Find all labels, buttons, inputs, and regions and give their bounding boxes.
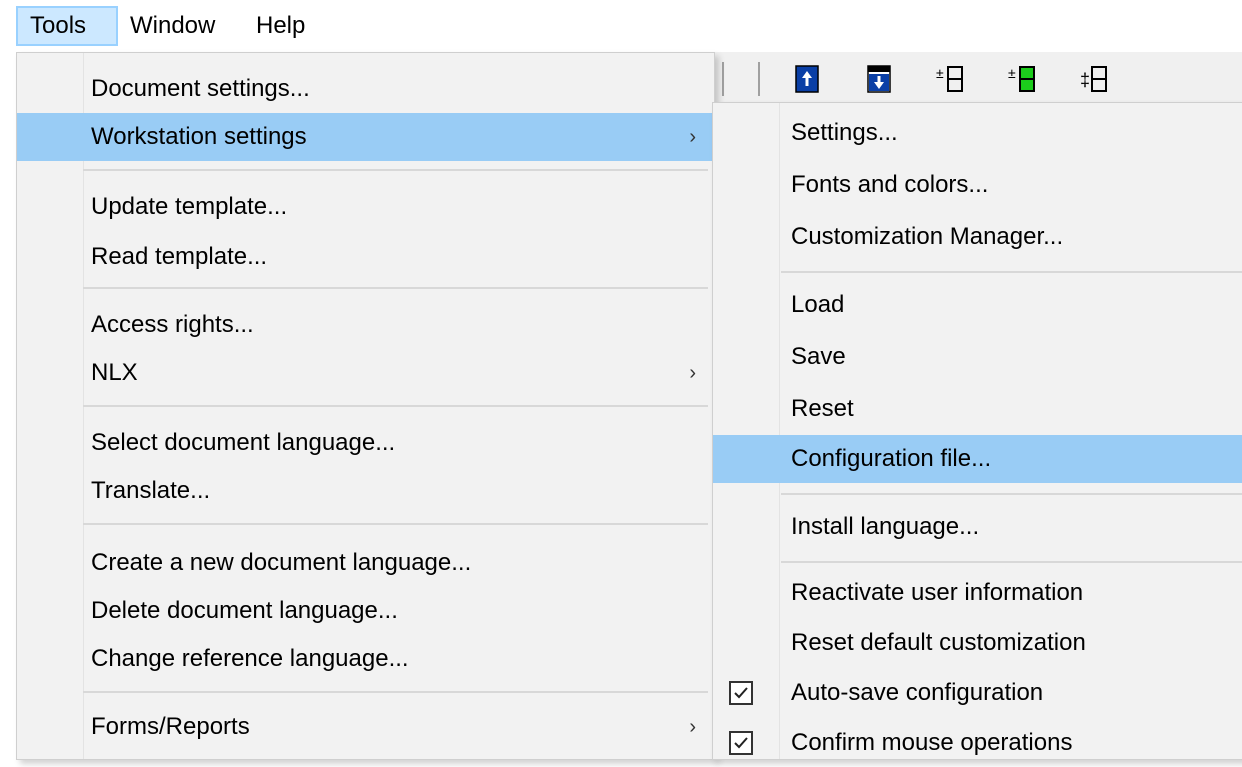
menu-item-forms-reports[interactable]: Forms/Reports › — [17, 703, 714, 751]
menu-item-label: Read template... — [91, 243, 268, 270]
menu-item-auto-save-configuration[interactable]: Auto-save configuration — [713, 669, 1242, 717]
menu-item-change-reference-language[interactable]: Change reference language... — [17, 635, 714, 683]
menu-item-label: Save — [791, 343, 846, 370]
menu-item-label: Confirm mouse operations — [791, 729, 1073, 756]
menu-help[interactable]: Help — [244, 6, 328, 46]
menu-separator — [781, 493, 1242, 495]
plus-minus-row-icon[interactable]: ± — [936, 64, 966, 94]
menu-item-label: Install language... — [791, 513, 980, 540]
menu-item-nlx[interactable]: NLX › — [17, 349, 714, 397]
menu-separator — [83, 287, 708, 289]
menu-item-configuration-file[interactable]: Configuration file... — [713, 435, 1242, 483]
menu-item-label: Workstation settings — [91, 123, 307, 150]
menu-bar: Tools Window Help — [0, 0, 1242, 52]
menu-item-label: Document settings... — [91, 75, 310, 102]
menu-item-label: Select document language... — [91, 429, 396, 456]
menu-item-label: Delete document language... — [91, 597, 398, 624]
plus-minus-row-green-icon[interactable]: ± — [1008, 64, 1038, 94]
menu-item-label: Reactivate user information — [791, 579, 1084, 606]
menu-item-reset[interactable]: Reset — [713, 385, 1242, 433]
svg-text:±: ± — [936, 65, 944, 81]
toolbar-separator — [758, 62, 760, 96]
workstation-settings-submenu: Settings... Fonts and colors... Customiz… — [712, 102, 1242, 760]
menu-window[interactable]: Window — [118, 6, 242, 46]
menu-separator — [83, 405, 708, 407]
menu-item-fonts-and-colors[interactable]: Fonts and colors... — [713, 161, 1242, 209]
menu-item-label: Reset — [791, 395, 854, 422]
insert-row-icon[interactable]: ‡ — [1080, 64, 1110, 94]
menu-item-confirm-mouse-operations[interactable]: Confirm mouse operations — [713, 719, 1242, 767]
toolbar: ± ± ‡ — [708, 52, 1242, 105]
menu-item-save[interactable]: Save — [713, 333, 1242, 381]
menu-item-label: Settings... — [791, 119, 898, 146]
menu-tools[interactable]: Tools — [16, 6, 118, 46]
menu-item-label: Auto-save configuration — [791, 679, 1044, 706]
menu-item-label: Create a new document language... — [91, 549, 472, 576]
submenu-arrow-icon: › — [689, 126, 696, 148]
tools-menu: Document settings... Workstation setting… — [16, 52, 715, 760]
menu-item-install-language[interactable]: Install language... — [713, 503, 1242, 551]
menu-separator — [83, 523, 708, 525]
menu-item-reset-default-customization[interactable]: Reset default customization — [713, 619, 1242, 667]
menu-item-read-template[interactable]: Read template... — [17, 233, 714, 281]
svg-text:‡: ‡ — [1080, 70, 1090, 90]
submenu-arrow-icon: › — [689, 362, 696, 384]
menu-item-label: Translate... — [91, 477, 211, 504]
menu-item-translate[interactable]: Translate... — [17, 467, 714, 515]
menu-item-label: Change reference language... — [91, 645, 409, 672]
move-down-icon[interactable] — [864, 64, 894, 94]
menu-item-delete-document-language[interactable]: Delete document language... — [17, 587, 714, 635]
toolbar-separator — [722, 62, 724, 96]
menu-separator — [781, 271, 1242, 273]
menu-item-customization-manager[interactable]: Customization Manager... — [713, 213, 1242, 261]
menu-item-label: Update template... — [91, 193, 288, 220]
menu-item-select-document-language[interactable]: Select document language... — [17, 419, 714, 467]
menu-item-update-template[interactable]: Update template... — [17, 183, 714, 231]
menu-item-label: Forms/Reports — [91, 713, 250, 740]
menu-item-label: Fonts and colors... — [791, 171, 989, 198]
checkmark-icon — [729, 681, 753, 705]
menu-separator — [83, 169, 708, 171]
svg-text:±: ± — [1008, 65, 1016, 81]
menu-item-label: NLX — [91, 359, 138, 386]
menu-separator — [781, 561, 1242, 563]
menu-item-create-document-language[interactable]: Create a new document language... — [17, 539, 714, 587]
menu-item-workstation-settings[interactable]: Workstation settings › — [17, 113, 714, 161]
menu-item-settings[interactable]: Settings... — [713, 109, 1242, 157]
menu-item-label: Customization Manager... — [791, 223, 1064, 250]
menu-item-label: Reset default customization — [791, 629, 1086, 656]
menu-item-access-rights[interactable]: Access rights... — [17, 301, 714, 349]
menu-item-load[interactable]: Load — [713, 281, 1242, 329]
checkmark-icon — [729, 731, 753, 755]
menu-item-label: Access rights... — [91, 311, 254, 338]
submenu-arrow-icon: › — [689, 716, 696, 738]
menu-separator — [83, 691, 708, 693]
menu-item-reactivate-user-information[interactable]: Reactivate user information — [713, 569, 1242, 617]
menu-item-document-settings[interactable]: Document settings... — [17, 65, 714, 113]
menu-item-label: Load — [791, 291, 845, 318]
menu-item-label: Configuration file... — [791, 445, 992, 472]
move-up-icon[interactable] — [792, 64, 822, 94]
